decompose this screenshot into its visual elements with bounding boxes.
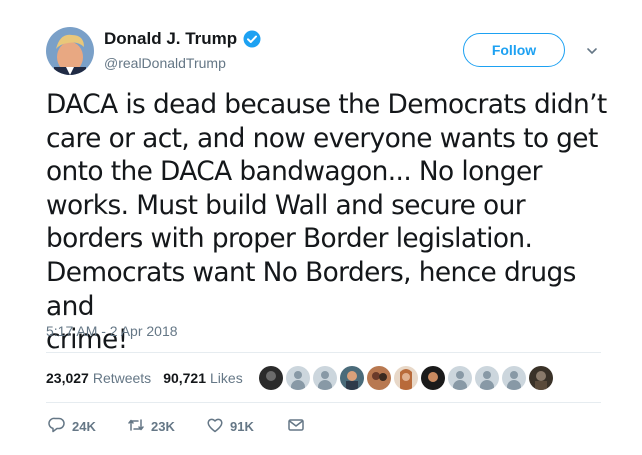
tweet-text: DACA is dead because the Democrats didn’… <box>46 88 616 357</box>
reply-button[interactable]: 24K <box>48 416 96 437</box>
liker-avatar[interactable] <box>367 366 391 390</box>
name-row: Donald J. Trump <box>104 29 261 49</box>
liker-avatar[interactable] <box>394 366 418 390</box>
divider <box>46 352 601 353</box>
like-count: 91K <box>230 419 254 434</box>
liker-avatar[interactable] <box>340 366 364 390</box>
direct-message-button[interactable] <box>287 416 305 437</box>
tweet-timestamp[interactable]: 5:17 AM - 2 Apr 2018 <box>46 323 178 339</box>
retweets-stat[interactable]: 23,027 Retweets <box>46 370 151 386</box>
likes-count: 90,721 <box>163 370 207 386</box>
tweet-line: works. Must build Wall and secure our <box>46 189 526 221</box>
liker-avatar[interactable] <box>259 366 283 390</box>
liker-avatar[interactable] <box>286 366 310 390</box>
tweet-line: Democrats want No Borders, hence drugs a… <box>46 256 576 322</box>
retweets-label: Retweets <box>92 370 152 386</box>
retweet-button[interactable]: 23K <box>127 416 175 437</box>
tweet-line: borders with proper Border legislation. <box>46 223 533 255</box>
liker-avatar[interactable] <box>421 366 445 390</box>
retweet-icon <box>127 416 145 437</box>
heart-icon <box>206 416 224 437</box>
reply-count: 24K <box>72 419 96 434</box>
tweet-line: care or act, and now everyone wants to g… <box>46 122 598 154</box>
like-button[interactable]: 91K <box>206 416 254 437</box>
tweet-card: Donald J. Trump @realDonaldTrump Follow … <box>0 0 642 455</box>
liker-avatar[interactable] <box>448 366 472 390</box>
retweets-count: 23,027 <box>46 370 89 386</box>
liker-avatar[interactable] <box>475 366 499 390</box>
verified-badge-icon <box>243 30 261 48</box>
liker-avatars <box>259 366 553 390</box>
likes-stat[interactable]: 90,721 Likes <box>163 370 243 386</box>
tweet-line: onto the DACA bandwagon... No longer <box>46 156 542 188</box>
engagement-stats: 23,027 Retweets 90,721 Likes <box>46 370 243 386</box>
tweet-line: DACA is dead because the Democrats didn’… <box>46 89 607 120</box>
divider <box>46 402 601 403</box>
liker-avatar[interactable] <box>313 366 337 390</box>
chevron-down-icon[interactable] <box>586 44 598 56</box>
display-name[interactable]: Donald J. Trump <box>104 29 237 49</box>
likes-label: Likes <box>210 370 243 386</box>
liker-avatar[interactable] <box>529 366 553 390</box>
liker-avatar[interactable] <box>502 366 526 390</box>
profile-avatar[interactable] <box>46 27 94 75</box>
user-handle[interactable]: @realDonaldTrump <box>104 55 226 71</box>
retweet-count: 23K <box>151 419 175 434</box>
follow-button[interactable]: Follow <box>463 33 565 67</box>
envelope-icon <box>287 416 305 437</box>
reply-icon <box>48 416 66 437</box>
